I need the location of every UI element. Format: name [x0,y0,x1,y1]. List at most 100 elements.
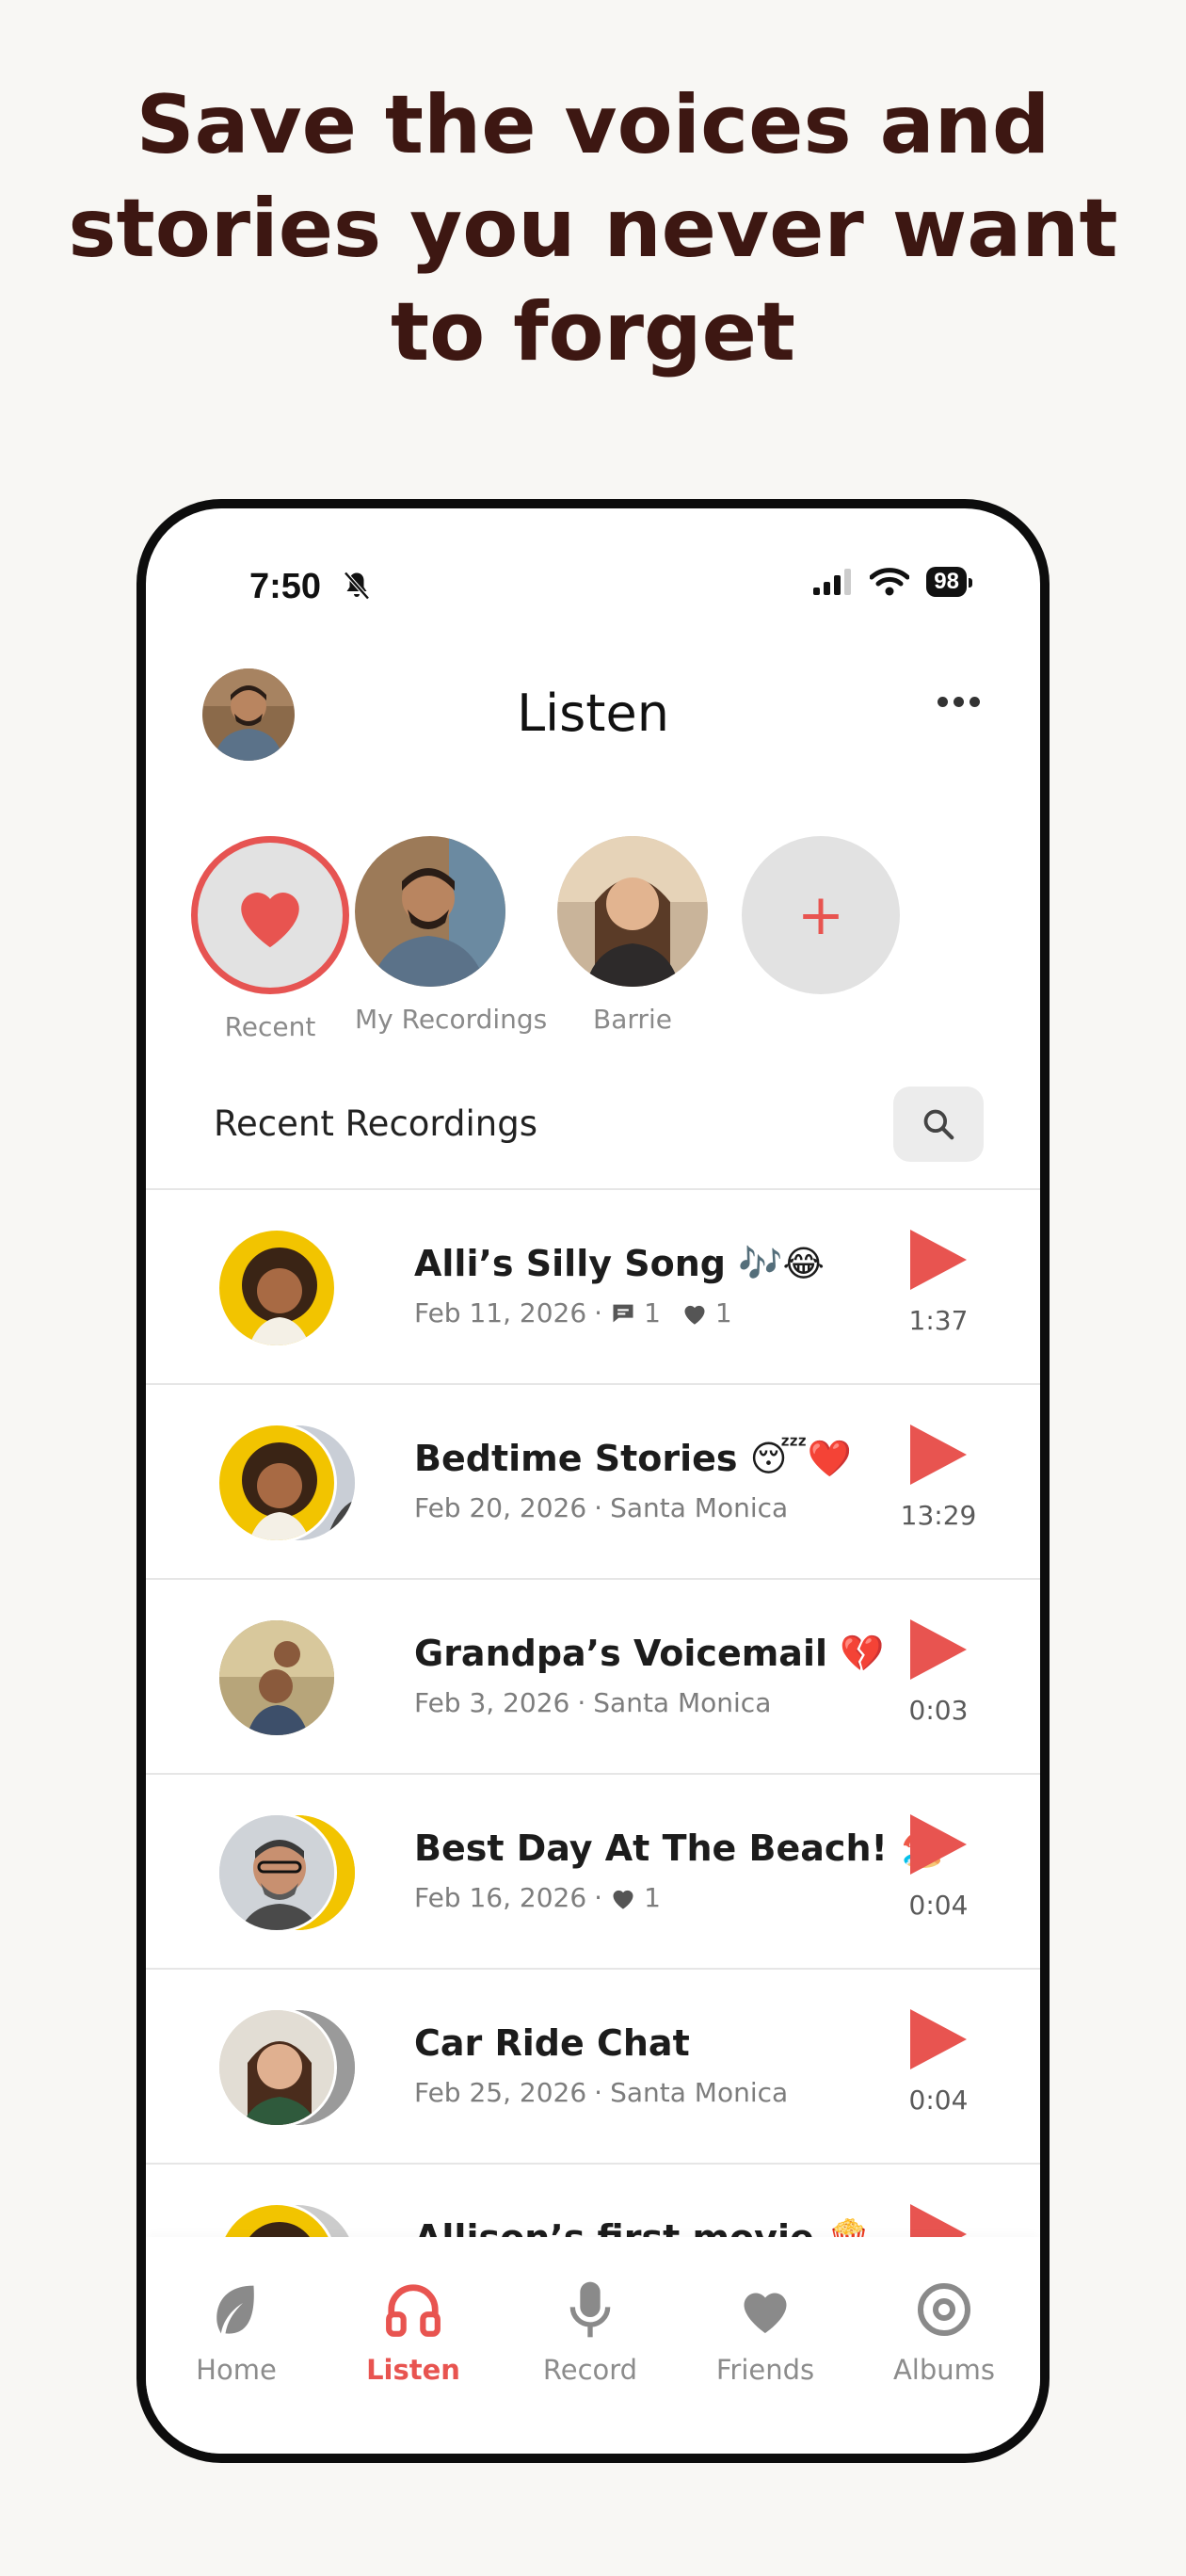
wifi-icon [870,568,910,596]
recording-meta: Feb 20, 2026 · Santa Monica [414,1492,788,1523]
avatar [355,836,505,987]
play-button[interactable] [910,1814,967,1875]
recording-title: Grandpa’s Voicemail 💔 [414,1633,885,1674]
avatar [216,1812,337,1933]
recording-title: Best Day At The Beach! 🏖️ [414,1827,945,1869]
tab-record[interactable]: Record [515,2277,665,2386]
play-button[interactable] [910,1425,967,1485]
headline-line-3: to forget [390,285,796,379]
section-title: Recent Recordings [214,1103,537,1144]
recording-title: Car Ride Chat [414,2022,690,2064]
recording-date: Feb 11, 2026 [414,1297,587,1328]
tab-albums[interactable]: Albums [869,2277,1019,2386]
tab-home[interactable]: Home [161,2277,312,2386]
recording-title: Bedtime Stories 😴❤️ [414,1438,853,1479]
list-item[interactable]: Bedtime Stories 😴❤️ Feb 20, 2026 · Santa… [146,1383,1040,1578]
tab-listen[interactable]: Listen [338,2277,489,2386]
play-button[interactable] [910,1619,967,1680]
recording-meta: Feb 25, 2026 · Santa Monica [414,2077,788,2108]
recording-date: Feb 16, 2026 [414,1882,587,1913]
recordings-list: Alli’s Silly Song 🎶😂 Feb 11, 2026 · 1 1 … [146,1188,1040,2358]
recording-location: Santa Monica [610,2077,789,2108]
promo-headline: Save the voices and stories you never wa… [0,73,1186,384]
avatar-stack [216,1423,358,1545]
search-button[interactable] [893,1087,984,1162]
like-count: 1 [644,1882,661,1913]
recording-duration: 13:29 [900,1500,977,1531]
story-label: Barrie [593,1004,672,1035]
list-item[interactable]: Alli’s Silly Song 🎶😂 Feb 11, 2026 · 1 1 … [146,1188,1040,1383]
separator-dot: · [594,1492,603,1523]
tab-label: Listen [366,2354,460,2386]
story-add[interactable]: + [742,836,900,994]
leaf-icon [216,2285,254,2334]
avatar-stack [216,2007,358,2130]
page-title: Listen [517,684,669,743]
recording-location: Santa Monica [610,1492,789,1523]
avatar-stack [216,1228,358,1350]
avatar [216,1228,337,1348]
phone-frame: 7:50 98 Listen Recent My Recordings Barr… [136,499,1050,2463]
comment-count: 1 [644,1297,661,1328]
recording-meta: Feb 3, 2026 · Santa Monica [414,1687,771,1718]
tab-bar: Home Listen Record Friends Albums [146,2237,1040,2454]
list-item[interactable]: Grandpa’s Voicemail 💔 Feb 3, 2026 · Sant… [146,1578,1040,1773]
signal-icon [813,569,852,595]
heart-icon [684,1305,705,1325]
tab-label: Home [196,2354,277,2386]
heart-icon [613,1890,633,1909]
avatar [216,2007,337,2128]
recording-duration: 0:03 [908,1695,969,1726]
like-count: 1 [714,1297,732,1328]
story-label: Recent [224,1011,316,1042]
comment-icon [613,1304,633,1322]
plus-icon: + [796,882,845,948]
add-story-button[interactable]: + [742,836,900,994]
story-row: Recent My Recordings Barrie + [146,836,1040,1062]
avatar [557,836,708,987]
avatar [216,1423,337,1543]
recording-date: Feb 20, 2026 [414,1492,587,1523]
story-label: My Recordings [355,1004,548,1035]
play-button[interactable] [910,2009,967,2069]
recording-date: Feb 3, 2026 [414,1687,570,1718]
story-my-recordings[interactable]: My Recordings [355,836,548,1035]
list-item[interactable]: Car Ride Chat Feb 25, 2026 · Santa Monic… [146,1968,1040,2163]
tab-label: Record [542,2354,638,2386]
recording-location: Santa Monica [593,1687,772,1718]
tab-label: Albums [892,2354,996,2386]
recording-duration: 1:37 [908,1305,969,1336]
separator-dot: · [594,1882,603,1913]
tab-label: Friends [715,2354,815,2386]
more-options-icon[interactable] [938,697,980,707]
recording-meta: Feb 16, 2026 · 1 [414,1882,661,1913]
microphone-icon [569,2281,611,2338]
story-barrie[interactable]: Barrie [557,836,708,1035]
status-time: 7:50 [249,567,322,606]
heart-icon [744,2293,787,2333]
list-item[interactable]: Best Day At The Beach! 🏖️ Feb 16, 2026 ·… [146,1773,1040,1968]
separator-dot: · [577,1687,586,1718]
avatar-stack [216,1812,358,1935]
recording-duration: 0:04 [908,1890,969,1921]
story-recent[interactable]: Recent [191,836,349,1042]
headphones-icon [386,2284,441,2337]
avatar-stack [216,1618,358,1740]
search-icon [923,1109,954,1140]
avatar [216,1618,337,1738]
recording-title: Alli’s Silly Song 🎶😂 [414,1243,825,1284]
recent-circle [191,836,349,994]
heart-icon [241,893,299,948]
recording-meta: Feb 11, 2026 · 1 1 [414,1297,732,1328]
status-indicators: 98 [813,567,972,597]
play-button[interactable] [910,1230,967,1290]
headline-line-2: stories you never want [68,182,1118,276]
recording-date: Feb 25, 2026 [414,2077,587,2108]
headline-line-1: Save the voices and [136,78,1050,172]
separator-dot: · [594,1297,603,1328]
recording-duration: 0:04 [908,2085,969,2116]
bell-muted-icon [344,572,370,600]
tab-friends[interactable]: Friends [690,2277,841,2386]
disc-icon [918,2283,970,2336]
separator-dot: · [594,2077,603,2108]
